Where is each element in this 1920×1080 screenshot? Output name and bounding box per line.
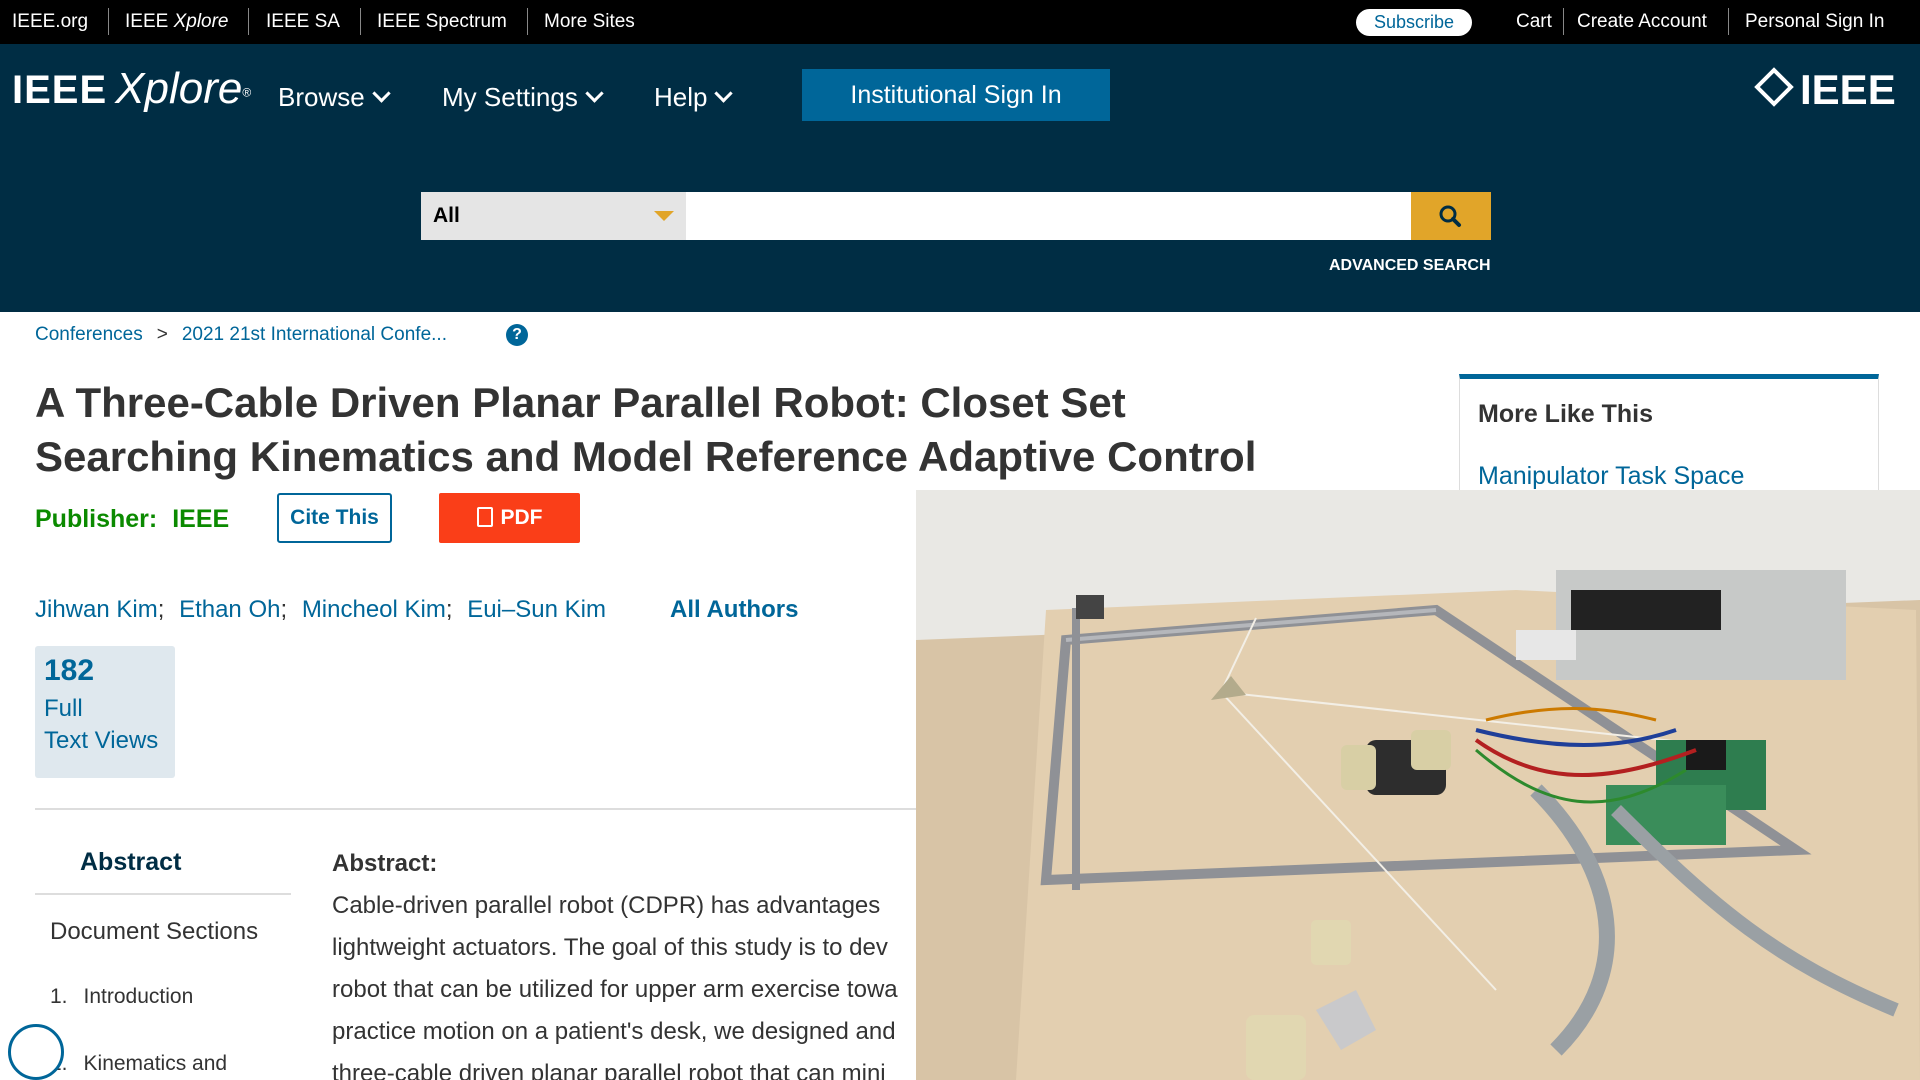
abstract-line: lightweight actuators. The goal of this … (332, 934, 888, 961)
breadcrumb-separator: > (156, 324, 168, 345)
abstract-line: practice motion on a patient's desk, we … (332, 1018, 896, 1045)
search-input[interactable] (686, 192, 1411, 240)
main-header: IEEE Xplore® Browse My Settings Help Inst… (0, 44, 1920, 312)
meta-separator (108, 8, 109, 35)
nav-my-settings[interactable]: My Settings (442, 82, 604, 113)
pdf-button[interactable]: PDF (439, 493, 580, 543)
author-link[interactable]: Jihwan Kim (35, 596, 158, 623)
meta-separator (527, 8, 528, 35)
breadcrumb-conference[interactable]: 2021 21st International Confe... (182, 324, 447, 345)
search-icon (1439, 205, 1461, 227)
chevron-down-icon (585, 84, 604, 103)
meta-separator (248, 8, 249, 35)
author-link[interactable]: Mincheol Kim (302, 596, 446, 623)
author-separator: ; (445, 596, 453, 623)
title-line-2: Searching Kinematics and Model Reference… (35, 433, 1257, 480)
page-title: A Three-Cable Driven Planar Parallel Rob… (35, 376, 1395, 484)
meta-link-ieee-spectrum[interactable]: IEEE Spectrum (377, 11, 507, 33)
pdf-icon (476, 507, 493, 527)
meta-link-ieee-xplore[interactable]: IEEE Xplore (125, 11, 229, 33)
ieee-xplore-logo[interactable]: IEEE Xplore® (12, 64, 251, 114)
logo-xplore-text: Xplore (115, 64, 243, 113)
chevron-down-icon (714, 84, 734, 103)
ieee-brand-text: IEEE (1800, 66, 1896, 113)
nav-help[interactable]: Help (654, 82, 734, 113)
pdf-button-label: PDF (500, 506, 543, 529)
author-link[interactable]: Eui–Sun Kim (467, 596, 606, 623)
all-authors-link[interactable]: All Authors (670, 596, 798, 624)
side-nav-section[interactable]: 1. Introduction (50, 985, 193, 1009)
side-nav-document-sections[interactable]: Document Sections (50, 918, 258, 946)
search-scope-value: All (433, 204, 460, 227)
publisher-info: Publisher: IEEE (35, 505, 229, 534)
author-list: Jihwan Kim; Ethan Oh; Mincheol Kim; Eui–… (35, 596, 606, 624)
ieee-brand-logo[interactable]: IEEE (1754, 66, 1896, 114)
meta-separator (1563, 8, 1564, 35)
section-label: Kinematics and (83, 1052, 228, 1075)
divider (35, 808, 1035, 810)
chevron-down-icon (372, 84, 391, 103)
caret-down-icon (654, 211, 674, 221)
publisher-label: Publisher: (35, 505, 158, 533)
breadcrumb: Conferences >2021 21st International Conf… (35, 324, 447, 346)
meta-separator (1728, 8, 1729, 35)
author-separator: ; (280, 596, 288, 623)
ieee-diamond-icon (1754, 67, 1794, 107)
cookie-settings-icon[interactable] (8, 1024, 64, 1080)
side-nav-section[interactable]: 2.Kinematics and (50, 1052, 227, 1076)
search-button[interactable] (1411, 192, 1491, 240)
search-scope-select[interactable]: All (421, 192, 686, 240)
author-link[interactable]: Ethan Oh (179, 596, 280, 623)
cite-this-button[interactable]: Cite This (277, 493, 392, 543)
meta-link-more-sites[interactable]: More Sites (544, 11, 635, 33)
logo-ieee-text: IEEE (12, 68, 108, 112)
meta-xplore-word: Xplore (173, 11, 229, 32)
abstract-line: Cable-driven parallel robot (CDPR) has a… (332, 892, 881, 919)
create-account-link[interactable]: Create Account (1577, 11, 1707, 33)
nav-my-settings-label: My Settings (442, 82, 578, 112)
meta-link-ieee-org[interactable]: IEEE.org (12, 11, 88, 33)
metric-value: 182 (44, 654, 95, 687)
nav-browse[interactable]: Browse (278, 82, 391, 113)
abstract-line: robot that can be utilized for upper arm… (332, 976, 898, 1003)
author-separator: ; (157, 596, 165, 623)
abstract-line: three-cable driven planar parallel robot… (332, 1060, 886, 1080)
robot-setup-photo (916, 490, 1920, 1080)
abstract-heading: Abstract: (332, 850, 438, 877)
publisher-name: IEEE (172, 505, 230, 533)
meta-link-ieee-sa[interactable]: IEEE SA (266, 11, 340, 33)
meta-separator (360, 8, 361, 35)
side-nav-abstract[interactable]: Abstract (80, 848, 181, 877)
section-label: Introduction (83, 985, 194, 1008)
robot-photo-illustration (916, 490, 1920, 1080)
registered-mark: ® (242, 85, 252, 100)
institutional-sign-in-button[interactable]: Institutional Sign In (802, 69, 1110, 121)
personal-sign-in-link[interactable]: Personal Sign In (1745, 11, 1884, 33)
help-icon[interactable]: ? (506, 324, 528, 346)
metric-label-line-1: Full (44, 695, 83, 722)
cart-link[interactable]: Cart (1516, 11, 1552, 33)
subscribe-button[interactable]: Subscribe (1356, 9, 1472, 36)
section-number: 1. (50, 985, 68, 1008)
full-text-views-metric[interactable]: 182 Full Text Views (35, 646, 175, 778)
more-like-this-title: More Like This (1478, 400, 1654, 428)
meta-bar: IEEE.org IEEE Xplore IEEE SA IEEE Spectr… (0, 0, 1920, 44)
advanced-search-link[interactable]: ADVANCED SEARCH (1329, 257, 1491, 275)
nav-browse-label: Browse (278, 82, 365, 112)
breadcrumb-conferences[interactable]: Conferences (35, 324, 143, 345)
metric-label-line-2: Text Views (44, 727, 159, 754)
nav-help-label: Help (654, 82, 708, 112)
more-like-this-link[interactable]: Manipulator Task Space (1478, 462, 1744, 491)
divider (35, 893, 291, 895)
title-line-1: A Three-Cable Driven Planar Parallel Rob… (35, 379, 1126, 426)
